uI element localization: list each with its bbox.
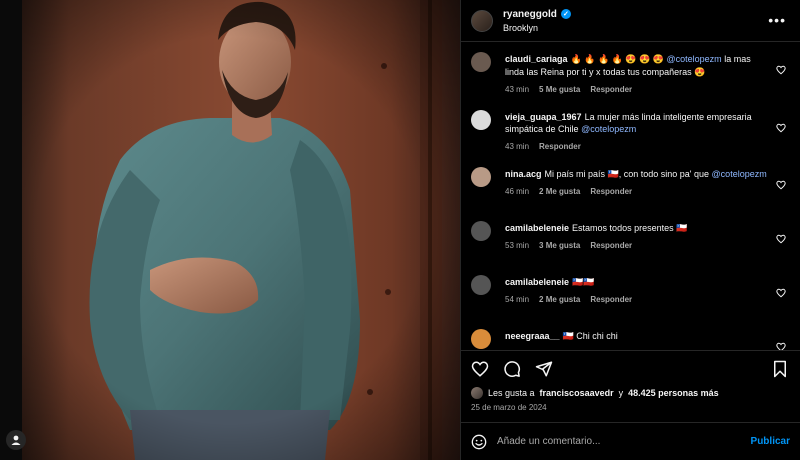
profile-icon[interactable] [6,430,26,450]
comment-like-heart-icon[interactable] [776,120,786,138]
post-date: 25 de marzo de 2024 [471,403,547,412]
comments-list: claudi_cariaga 🔥 🔥 🔥 🔥 😍 😍 😍 @cotelopezm … [461,50,800,350]
post-details-panel: ryaneggold ✓ Brooklyn ••• claudi_cariaga… [460,0,800,460]
comment-time: 54 min [505,294,530,304]
comment-time: 43 min [505,142,530,152]
mention-link[interactable]: @cotelopezm [581,124,636,134]
publish-button[interactable]: Publicar [751,436,790,447]
comment-text: claudi_cariaga 🔥 🔥 🔥 🔥 😍 😍 😍 @cotelopezm … [505,50,770,79]
comment-body: Mi país mi país 🇨🇱, con todo sino pa' qu… [544,169,710,180]
reply-button[interactable]: Responder [590,85,632,94]
comment-likes[interactable]: 2 Me gusta [539,295,580,304]
comment-item: vieja_guapa_1967 La mujer más linda intel… [461,108,800,151]
commenter-username[interactable]: neeegraaa__ [505,331,560,341]
emoji-icon[interactable] [471,434,487,450]
comment-like-heart-icon[interactable] [776,177,786,195]
commenter-avatar[interactable] [471,329,491,350]
verified-badge-icon: ✓ [560,9,571,19]
commenter-avatar[interactable] [471,275,491,296]
more-options-icon[interactable]: ••• [768,13,786,27]
reply-button[interactable]: Responder [590,295,632,304]
post-image [0,0,460,460]
likes-count[interactable]: 48.425 personas más [628,388,719,398]
comment-likes[interactable]: 2 Me gusta [539,187,580,196]
comment-meta: 53 min 3 Me gusta Responder [505,241,770,250]
comment-likes[interactable]: 3 Me gusta [539,241,580,250]
left-rail [0,0,22,460]
post-photo[interactable] [0,0,460,460]
comment-text: neeegraaa__ 🇨🇱 Chi chi chi [505,327,770,343]
comment-text: nina.acg Mi país mi país 🇨🇱, con todo sin… [505,165,770,181]
commenter-username[interactable]: vieja_guapa_1967 [505,112,582,122]
commenter-avatar[interactable] [471,167,491,188]
action-bar [461,350,800,386]
commenter-avatar[interactable] [471,52,491,72]
commenter-username[interactable]: nina.acg [505,169,542,179]
comment-text: camilabeleneie 🇨🇱🇨🇱 [505,273,770,289]
comment-item: nina.acg Mi país mi país 🇨🇱, con todo sin… [461,165,800,205]
comment-text: camilabeleneie Estamos todos presentes 🇨🇱 [505,219,770,235]
comment-body: 🇨🇱 Chi chi chi [562,331,618,342]
bookmark-icon[interactable] [772,360,788,378]
comment-item: claudi_cariaga 🔥 🔥 🔥 🔥 😍 😍 😍 @cotelopezm … [461,50,800,94]
mention-link[interactable]: @cotelopezm [712,169,767,179]
comment-time: 46 min [505,186,530,196]
commenter-avatar[interactable] [471,221,491,242]
comment-meta: 43 min Responder [505,142,770,151]
share-icon[interactable] [535,360,553,378]
comment-input[interactable] [497,436,743,447]
liker-username[interactable]: franciscosaavedr [540,388,614,398]
heart-icon[interactable] [471,360,489,378]
comment-icon[interactable] [503,360,521,378]
commenter-avatar[interactable] [471,109,491,130]
reply-button[interactable]: Responder [539,142,581,151]
author-username[interactable]: ryaneggold [503,9,557,20]
commenter-username[interactable]: camilabeleneie [505,223,569,233]
comment-meta: 54 min 2 Me gusta Responder [505,295,770,304]
commenter-username[interactable]: claudi_cariaga [505,54,568,64]
add-comment-bar: Publicar [461,422,800,460]
comment-item: neeegraaa__🇨🇱 Chi chi chi1 h3 Me gustaRe… [461,327,800,350]
comment-like-heart-icon[interactable] [776,231,786,249]
comment-like-heart-icon[interactable] [776,285,786,303]
reply-button[interactable]: Responder [590,241,632,250]
comment-item: camilabeleneie Estamos todos presentes 🇨🇱… [461,219,800,259]
likes-summary: Les gusta a franciscosaavedr y 48.425 pe… [471,387,790,399]
comment-body: 🔥 🔥 🔥 🔥 😍 😍 😍 [570,54,664,64]
liker-avatar[interactable] [471,387,483,399]
author-avatar[interactable] [471,9,493,32]
comment-body: 🇨🇱🇨🇱 [572,277,595,288]
comment-meta: 46 min 2 Me gusta Responder [505,187,770,196]
post-header: ryaneggold ✓ Brooklyn ••• [461,0,800,42]
likes-connector: y [618,388,624,398]
commenter-username[interactable]: camilabeleneie [505,277,569,287]
comment-text: vieja_guapa_1967 La mujer más linda intel… [505,108,770,137]
comment-body: Estamos todos presentes 🇨🇱 [572,223,688,234]
likes-prefix: Les gusta a [488,388,535,398]
reply-button[interactable]: Responder [590,187,632,196]
comment-time: 53 min [505,240,530,250]
comment-item: camilabeleneie 🇨🇱🇨🇱 54 min 2 Me gusta Respon… [461,273,800,313]
comment-like-heart-icon[interactable] [776,62,786,80]
comment-time: 43 min [505,84,530,94]
mention-link[interactable]: @cotelopezm [667,54,722,64]
comment-meta: 43 min 5 Me gusta Responder [505,85,770,94]
post-location[interactable]: Brooklyn [503,23,571,33]
comment-like-heart-icon[interactable] [776,339,786,350]
comment-likes[interactable]: 5 Me gusta [539,85,580,94]
